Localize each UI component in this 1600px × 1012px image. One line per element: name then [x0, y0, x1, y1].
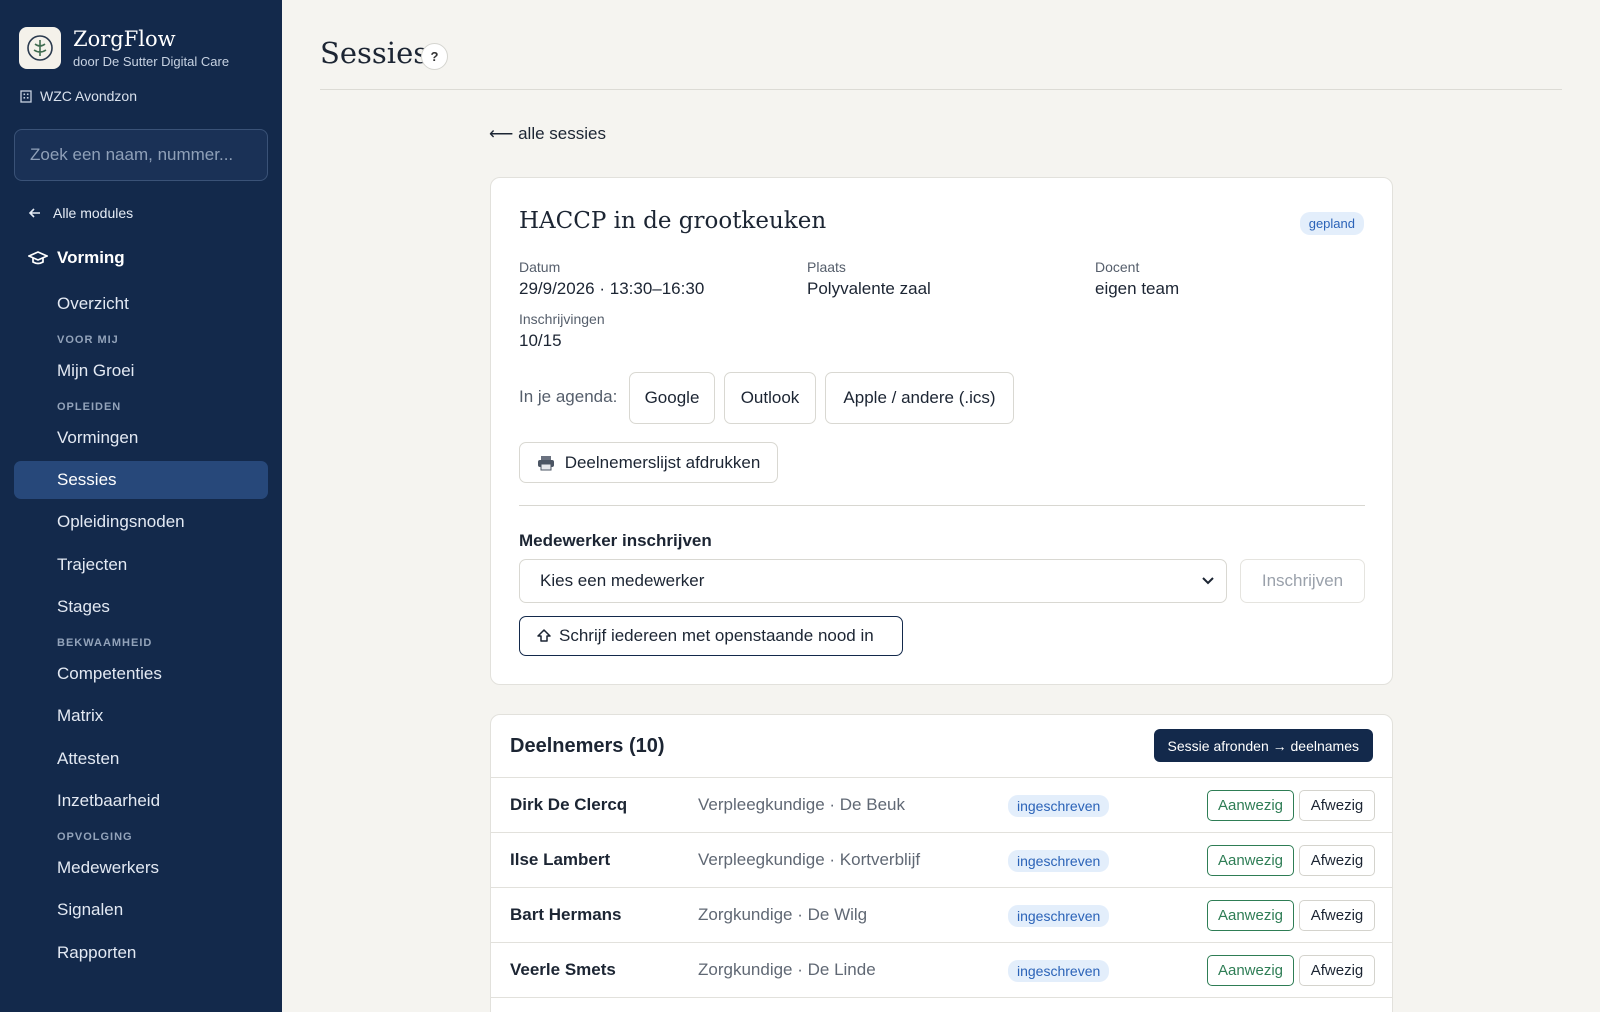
enroll-label: Medewerker inschrijven: [519, 531, 712, 550]
chevron-down-icon: [1202, 577, 1214, 585]
employee-select[interactable]: Kies een medewerker: [519, 559, 1227, 603]
upload-arrow-icon: [537, 629, 551, 642]
session-title: HACCP in de grootkeuken: [519, 208, 827, 234]
print-participants-button[interactable]: Deelnemerslijst afdrukken: [519, 442, 778, 483]
mark-present-button[interactable]: Aanwezig: [1207, 900, 1294, 931]
section-divider: [519, 505, 1365, 506]
participant-role: Verpleegkundige · Kortverblijf: [698, 850, 921, 869]
sidebar-item-matrix[interactable]: Matrix: [14, 697, 268, 735]
employee-select-value: Kies een medewerker: [540, 571, 705, 590]
all-modules-link[interactable]: Alle modules: [28, 205, 133, 221]
nav-group-opleiden: OPLEIDEN: [57, 401, 122, 413]
participant-status-badge: ingeschreven: [1008, 905, 1110, 927]
sidebar-item-overzicht[interactable]: Overzicht: [14, 285, 268, 323]
mark-present-button[interactable]: Aanwezig: [1207, 955, 1294, 986]
arrow-left-icon: [28, 208, 40, 218]
field-datum-label: Datum: [519, 259, 561, 275]
module-label: Vorming: [57, 248, 125, 267]
session-status-badge: gepland: [1299, 212, 1364, 235]
participant-role: Zorgkundige · De Wilg: [698, 905, 868, 924]
sidebar-item-opleidingsnoden[interactable]: Opleidingsnoden: [14, 503, 268, 541]
search-input[interactable]: [14, 129, 268, 181]
ics-calendar-button[interactable]: Apple / andere (.ics): [825, 372, 1014, 424]
field-datum-value: 29/9/2026 · 13:30–16:30: [519, 279, 705, 298]
agenda-label: In je agenda:: [519, 387, 618, 406]
title-divider: [320, 89, 1562, 90]
mark-absent-button[interactable]: Afwezig: [1299, 955, 1375, 986]
table-row: Ilse Lambert Verpleegkundige · Kortverbl…: [491, 832, 1392, 887]
brand[interactable]: ZorgFlow door De Sutter Digital Care: [19, 27, 229, 69]
sidebar-item-rapporten[interactable]: Rapporten: [14, 934, 268, 972]
field-docent-value: eigen team: [1095, 279, 1180, 298]
outlook-calendar-button[interactable]: Outlook: [724, 372, 816, 424]
print-participants-label: Deelnemerslijst afdrukken: [564, 452, 761, 472]
participant-status-badge: ingeschreven: [1008, 850, 1110, 872]
participant-name: Bart Hermans: [510, 905, 622, 924]
sidebar-item-vormingen[interactable]: Vormingen: [14, 419, 268, 457]
participant-name: Veerle Smets: [510, 960, 616, 979]
participant-status-badge: ingeschreven: [1008, 960, 1110, 982]
sidebar-item-trajecten[interactable]: Trajecten: [14, 546, 268, 584]
mark-present-button[interactable]: Aanwezig: [1207, 845, 1294, 876]
brand-subtitle: door De Sutter Digital Care: [73, 54, 230, 69]
logo-icon: [19, 27, 61, 69]
sidebar-item-inzetbaarheid[interactable]: Inzetbaarheid: [14, 782, 268, 820]
table-row: Dirk De Clercq Verpleegkundige · De Beuk…: [491, 777, 1392, 832]
nav-group-opvolging: OPVOLGING: [57, 831, 133, 843]
sidebar-item-signalen[interactable]: Signalen: [14, 891, 268, 929]
sidebar-item-sessies[interactable]: Sessies: [14, 461, 268, 499]
sidebar-item-competenties[interactable]: Competenties: [14, 655, 268, 693]
field-plaats-value: Polyvalente zaal: [807, 279, 931, 298]
all-modules-label: Alle modules: [53, 205, 134, 221]
field-docent-label: Docent: [1095, 259, 1140, 275]
nav-group-bekwaamheid: BEKWAAMHEID: [57, 637, 153, 649]
help-button[interactable]: ?: [421, 43, 448, 70]
sidebar-item-medewerkers[interactable]: Medewerkers: [14, 849, 268, 887]
google-calendar-button[interactable]: Google: [629, 372, 715, 424]
building-icon: [20, 90, 32, 103]
field-inschrijvingen: Inschrijvingen 10/15: [519, 311, 605, 351]
field-plaats: Plaats Polyvalente zaal: [807, 259, 931, 299]
brand-name: ZorgFlow: [73, 27, 176, 51]
sidebar: ZorgFlow door De Sutter Digital Care WZC…: [0, 0, 282, 1012]
finish-session-button[interactable]: Sessie afronden → deelnames: [1153, 729, 1373, 762]
table-row: Veerle Smets Zorgkundige · De Linde inge…: [491, 942, 1392, 997]
mark-absent-button[interactable]: Afwezig: [1299, 845, 1375, 876]
participants-card: Deelnemers (10) Sessie afronden → deelna…: [490, 714, 1393, 1012]
graduation-cap-icon: [28, 251, 48, 265]
session-card: HACCP in de grootkeuken gepland Datum 29…: [490, 177, 1393, 685]
mark-absent-button[interactable]: Afwezig: [1299, 790, 1375, 821]
enroll-all-label: Schrijf iedereen met openstaande nood in: [559, 626, 874, 645]
table-row: Bart Hermans Zorgkundige · De Wilg inges…: [491, 887, 1392, 942]
sidebar-item-attesten[interactable]: Attesten: [14, 740, 268, 778]
page-title: Sessies: [320, 36, 429, 70]
field-inschrijvingen-value: 10/15: [519, 331, 562, 350]
nav-group-voor-mij: VOOR MIJ: [57, 334, 119, 346]
participant-status-badge: ingeschreven: [1008, 795, 1110, 817]
field-plaats-label: Plaats: [807, 259, 846, 275]
table-row-partial: [491, 997, 1392, 1012]
field-inschrijvingen-label: Inschrijvingen: [519, 311, 605, 327]
participant-role: Verpleegkundige · De Beuk: [698, 795, 905, 814]
back-to-sessions-link[interactable]: ⟵ alle sessies: [489, 124, 606, 144]
mark-absent-button[interactable]: Afwezig: [1299, 900, 1375, 931]
module-heading[interactable]: Vorming: [28, 248, 125, 268]
participants-title: Deelnemers (10): [510, 735, 665, 757]
mark-present-button[interactable]: Aanwezig: [1207, 790, 1294, 821]
org-name: WZC Avondzon: [40, 88, 138, 104]
field-datum: Datum 29/9/2026 · 13:30–16:30: [519, 259, 704, 299]
enroll-button[interactable]: Inschrijven: [1240, 559, 1365, 603]
printer-icon: [537, 455, 554, 470]
participant-name: Dirk De Clercq: [510, 795, 628, 814]
sidebar-item-stages[interactable]: Stages: [14, 588, 268, 626]
enroll-all-button[interactable]: Schrijf iedereen met openstaande nood in: [519, 616, 903, 656]
sidebar-item-mijn-groei[interactable]: Mijn Groei: [14, 352, 268, 390]
organization[interactable]: WZC Avondzon: [19, 88, 137, 104]
participant-name: Ilse Lambert: [510, 850, 611, 869]
participant-role: Zorgkundige · De Linde: [698, 960, 876, 979]
field-docent: Docent eigen team: [1095, 259, 1179, 299]
